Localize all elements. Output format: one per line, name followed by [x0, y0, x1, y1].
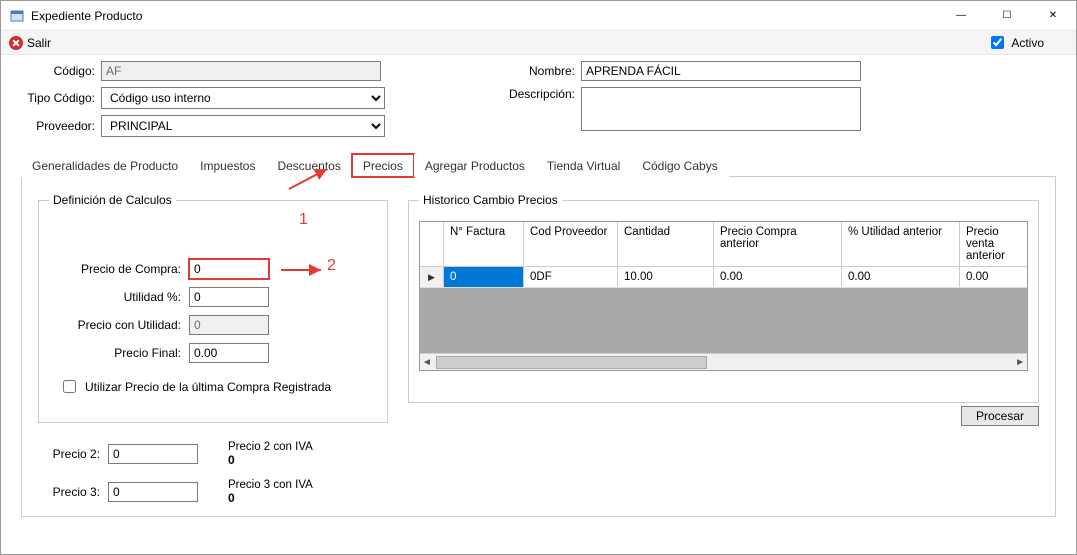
col-cantidad[interactable]: Cantidad [618, 222, 714, 266]
window-maximize-button[interactable]: ☐ [984, 1, 1030, 31]
cell-cantidad[interactable]: 10.00 [618, 267, 714, 287]
header-fields: Código: Tipo Código: Código uso interno … [21, 61, 1056, 143]
codigo-label: Código: [21, 64, 101, 78]
utilidad-input[interactable] [189, 287, 269, 307]
tipo-codigo-label: Tipo Código: [21, 91, 101, 105]
history-grid: N° Factura Cod Proveedor Cantidad Precio… [419, 221, 1028, 371]
tab-descuentos[interactable]: Descuentos [266, 154, 351, 177]
active-checkbox[interactable] [991, 36, 1004, 49]
scroll-right-icon[interactable]: ► [1015, 357, 1025, 368]
precio-compra-input[interactable] [189, 259, 269, 279]
tab-precios-body: Definición de Calculos 1 Precio de Compr… [21, 177, 1056, 517]
proveedor-label: Proveedor: [21, 119, 101, 133]
window-titlebar: Expediente Producto — ☐ ✕ [1, 1, 1076, 31]
window-minimize-button[interactable]: — [938, 1, 984, 31]
precio3-iva-label: Precio 3 con IVA [228, 479, 313, 491]
annotation-arrow-2 [281, 261, 341, 279]
descripcion-textarea[interactable] [581, 87, 861, 131]
col-cod-proveedor[interactable]: Cod Proveedor [524, 222, 618, 266]
proveedor-select[interactable]: PRINCIPAL [101, 115, 385, 137]
tab-codigo-cabys[interactable]: Código Cabys [631, 154, 728, 177]
horizontal-scrollbar[interactable]: ◄ ► [420, 353, 1027, 370]
precio-utilidad-input [189, 315, 269, 335]
tab-impuestos[interactable]: Impuestos [189, 154, 266, 177]
scroll-thumb[interactable] [436, 356, 707, 369]
nombre-label: Nombre: [501, 64, 581, 78]
tab-strip: Generalidades de Producto Impuestos Desc… [21, 153, 1056, 177]
window-title: Expediente Producto [31, 9, 142, 23]
cell-cod-proveedor[interactable]: 0DF [524, 267, 618, 287]
history-grid-body[interactable]: ▶ 0 0DF 10.00 0.00 0.00 0.00 [420, 267, 1027, 353]
app-icon [9, 8, 25, 24]
tab-precios[interactable]: Precios [352, 154, 414, 177]
usar-ultima-checkbox[interactable] [63, 380, 76, 393]
procesar-button[interactable]: Procesar [961, 406, 1039, 426]
precio-compra-label: Precio de Compra: [49, 262, 189, 276]
codigo-input[interactable] [101, 61, 381, 81]
active-text: Activo [1011, 36, 1044, 50]
precio-utilidad-label: Precio con Utilidad: [49, 318, 189, 332]
descripcion-label: Descripción: [501, 87, 581, 101]
active-checkbox-label[interactable]: Activo [987, 33, 1044, 52]
row-selector-header [420, 222, 444, 266]
cell-precio-compra-anterior[interactable]: 0.00 [714, 267, 842, 287]
calc-legend: Definición de Calculos [49, 193, 176, 207]
precio2-iva-value: 0 [228, 453, 235, 467]
precio3-label: Precio 3: [38, 485, 108, 499]
history-panel: Historico Cambio Precios N° Factura Cod … [408, 193, 1039, 403]
precio2-label: Precio 2: [38, 447, 108, 461]
precio3-input[interactable] [108, 482, 198, 502]
col-utilidad-anterior[interactable]: % Utilidad anterior [842, 222, 960, 266]
exit-label: Salir [27, 36, 51, 50]
precio-final-label: Precio Final: [49, 346, 189, 360]
tab-generalidades[interactable]: Generalidades de Producto [21, 154, 189, 177]
tab-agregar-productos[interactable]: Agregar Productos [414, 154, 536, 177]
calc-panel: Definición de Calculos 1 Precio de Compr… [38, 193, 388, 423]
toolbar: Salir Activo [1, 31, 1076, 55]
table-row[interactable]: ▶ 0 0DF 10.00 0.00 0.00 0.00 [420, 267, 1027, 288]
history-legend: Historico Cambio Precios [419, 193, 562, 207]
col-precio-venta-anterior[interactable]: Precio venta anterior [960, 222, 1027, 266]
annotation-2: 2 [327, 257, 336, 275]
cell-factura[interactable]: 0 [444, 267, 524, 287]
exit-button[interactable]: Salir [9, 36, 51, 50]
cell-utilidad-anterior[interactable]: 0.00 [842, 267, 960, 287]
tipo-codigo-select[interactable]: Código uso interno [101, 87, 385, 109]
cell-precio-venta-anterior[interactable]: 0.00 [960, 267, 1027, 287]
history-grid-header: N° Factura Cod Proveedor Cantidad Precio… [420, 222, 1027, 267]
nombre-input[interactable] [581, 61, 861, 81]
row-marker: ▶ [420, 267, 444, 287]
close-icon: ✕ [1049, 10, 1057, 21]
col-factura[interactable]: N° Factura [444, 222, 524, 266]
precio-final-input[interactable] [189, 343, 269, 363]
col-precio-compra-anterior[interactable]: Precio Compra anterior [714, 222, 842, 266]
exit-icon [9, 36, 23, 50]
window-close-button[interactable]: ✕ [1030, 1, 1076, 31]
maximize-icon: ☐ [1003, 10, 1012, 21]
utilidad-label: Utilidad %: [49, 290, 189, 304]
usar-ultima-label: Utilizar Precio de la última Compra Regi… [85, 380, 331, 394]
scroll-left-icon[interactable]: ◄ [422, 357, 432, 368]
tab-tienda-virtual[interactable]: Tienda Virtual [536, 154, 631, 177]
minimize-icon: — [956, 10, 966, 21]
precio3-iva-value: 0 [228, 491, 235, 505]
precio2-input[interactable] [108, 444, 198, 464]
precio2-iva-label: Precio 2 con IVA [228, 441, 313, 453]
